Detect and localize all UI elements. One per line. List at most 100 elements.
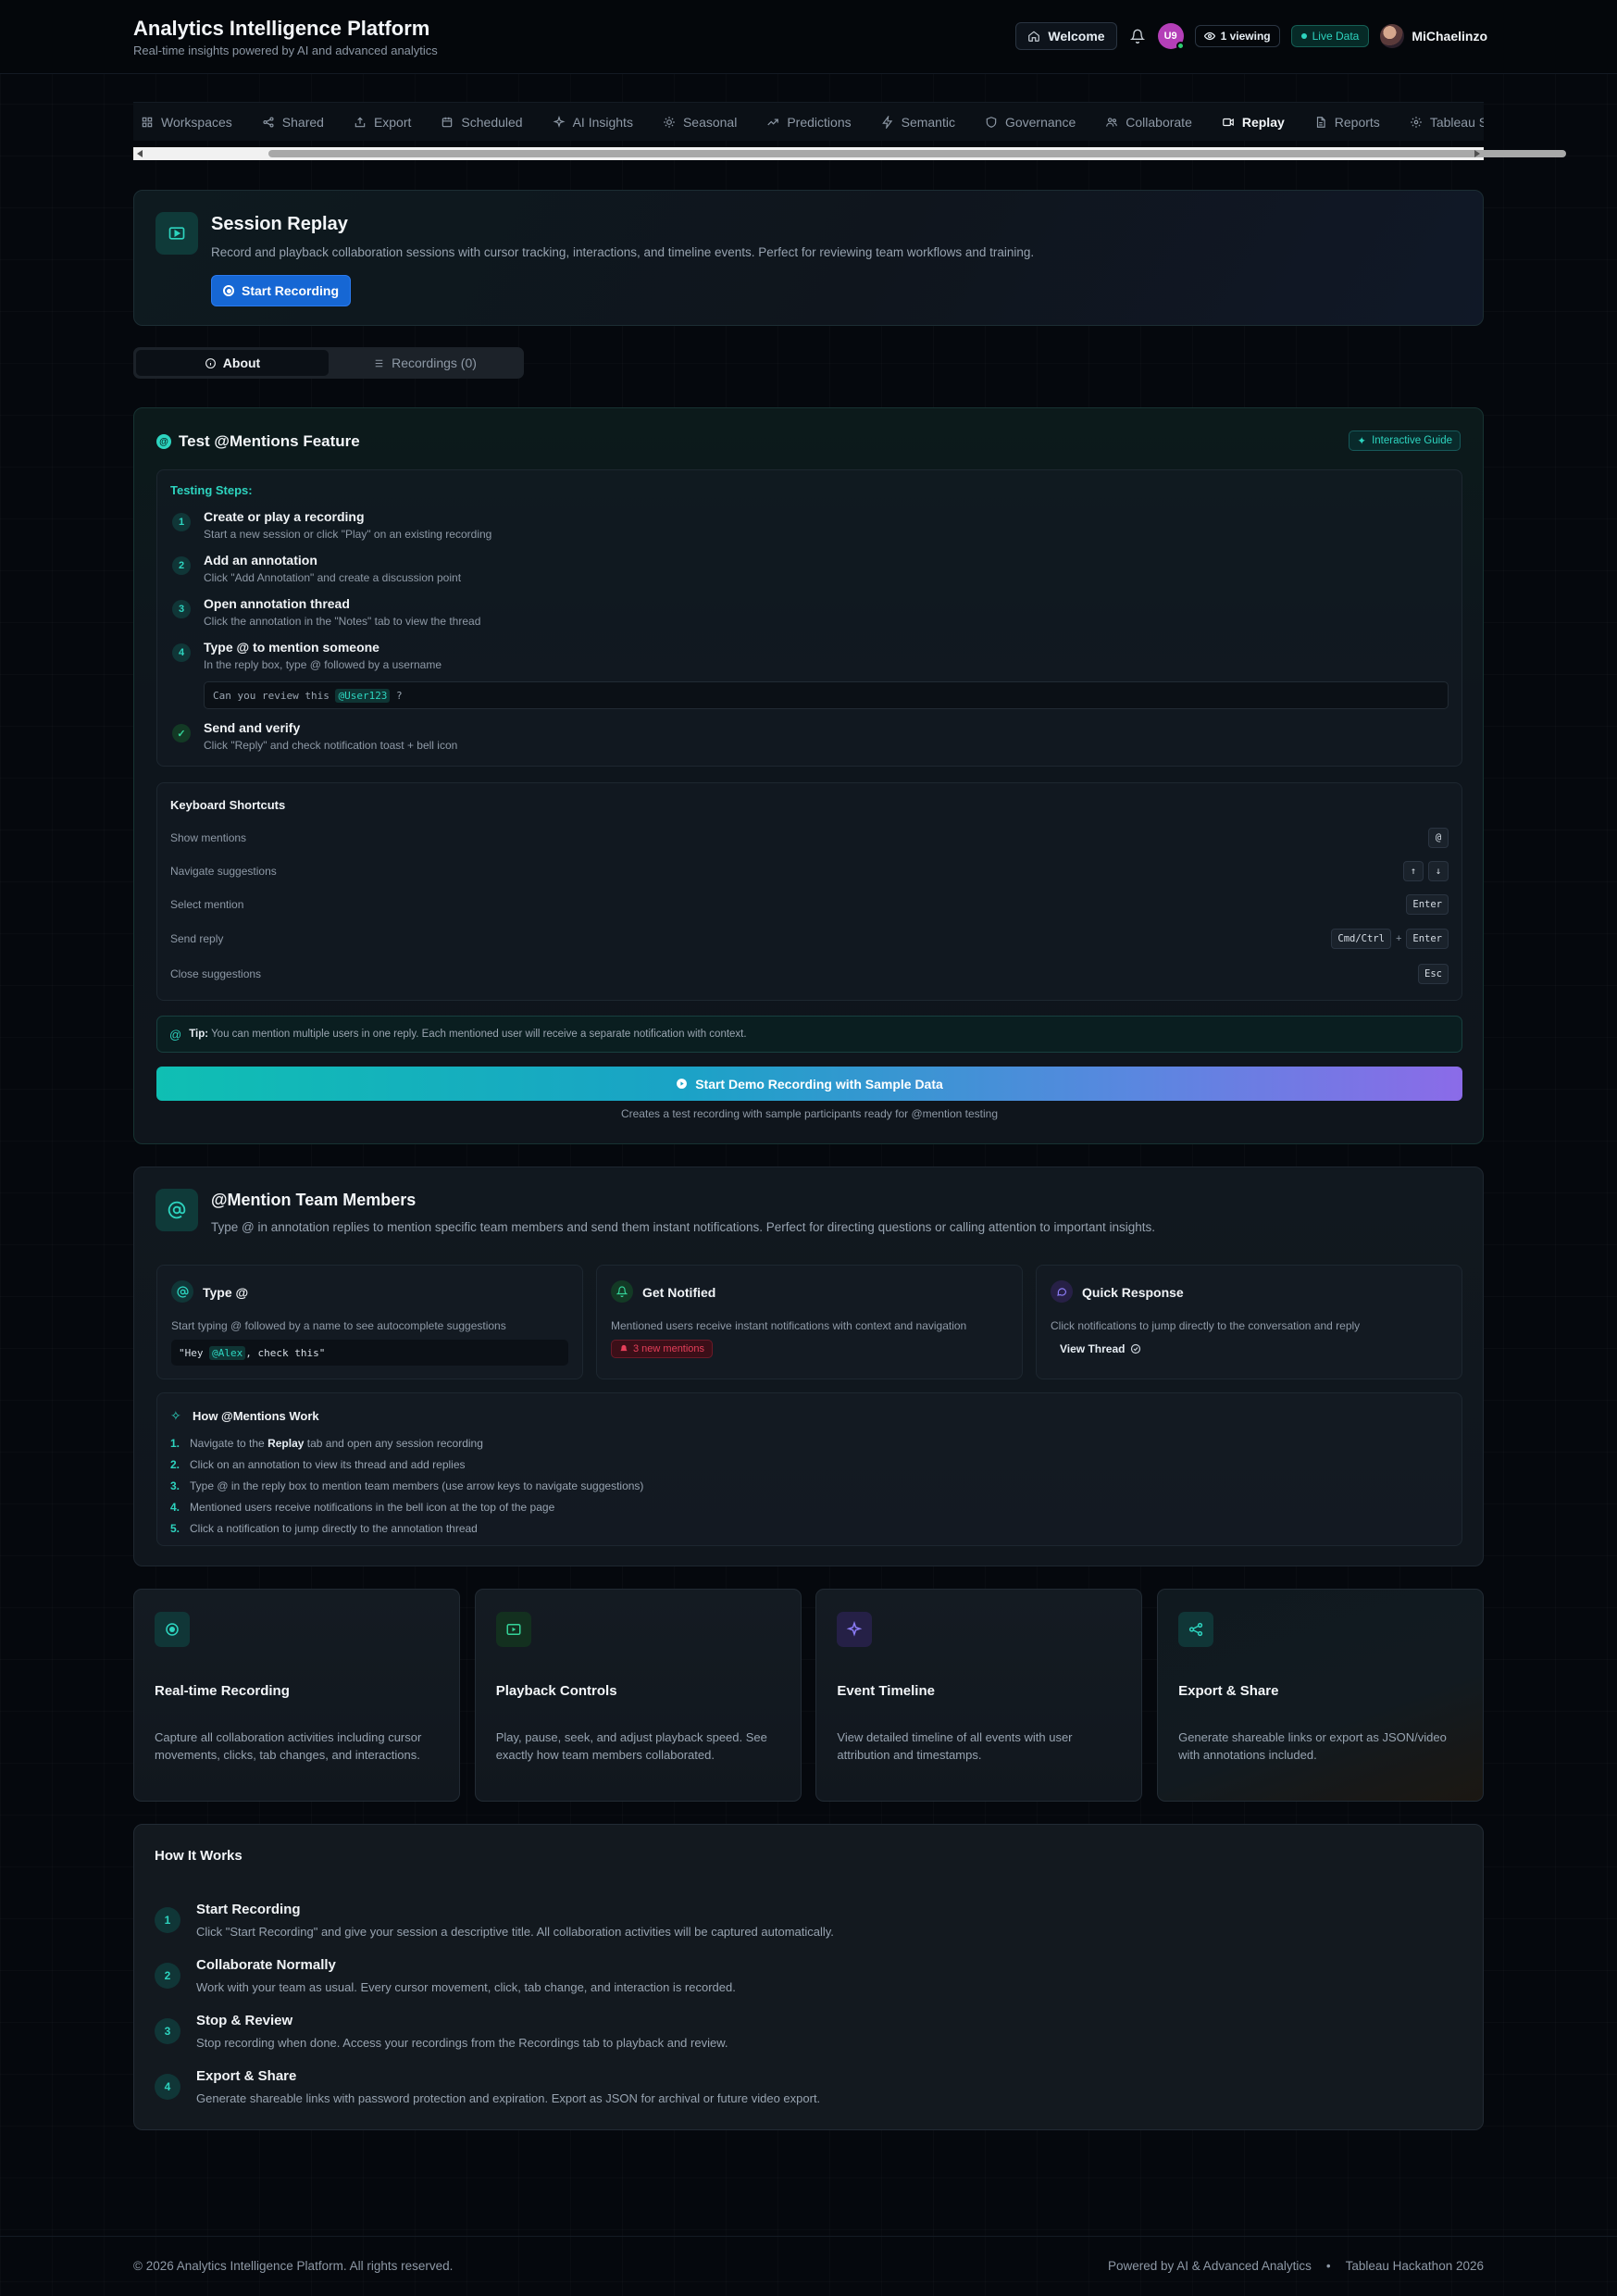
scroll-left-arrow-icon[interactable] (137, 150, 143, 157)
start-demo-recording-button[interactable]: Start Demo Recording with Sample Data (156, 1067, 1462, 1101)
start-recording-label: Start Recording (242, 283, 340, 298)
feature-description: Generate shareable links or export as JS… (1178, 1730, 1447, 1762)
how-step-number: 1. (170, 1437, 180, 1450)
feature-card: Event Timeline View detailed timeline of … (815, 1589, 1143, 1802)
tab-label: Collaborate (1126, 115, 1192, 130)
sparkle-icon (553, 116, 566, 129)
shortcut-row: Select mention Enter (170, 894, 1449, 917)
chat-bubble-icon (1051, 1280, 1073, 1303)
tab-semantic[interactable]: Semantic (866, 103, 970, 141)
quick-response-card: Quick Response Click notifications to ju… (1036, 1265, 1462, 1379)
example-mention: @User123 (335, 688, 391, 703)
share-icon (1178, 1612, 1214, 1647)
feature-title: Event Timeline (837, 1683, 935, 1699)
app-title: Analytics Intelligence Platform (133, 17, 430, 40)
how-step: 4. Mentioned users receive notifications … (170, 1501, 554, 1514)
type-at-example: "Hey @Alex, check this" (171, 1340, 568, 1366)
key-cap: @ (1428, 828, 1449, 848)
step-description: Click "Start Recording" and give your se… (196, 1925, 834, 1939)
feature-card: Export & Share Generate shareable links o… (1157, 1589, 1485, 1802)
tab-predictions[interactable]: Predictions (752, 103, 865, 141)
shortcut-keys: Enter (1406, 894, 1449, 915)
feature-description: Capture all collaboration activities inc… (155, 1730, 422, 1762)
start-recording-button[interactable]: Start Recording (211, 275, 352, 306)
tab-seasonal[interactable]: Seasonal (648, 103, 752, 141)
tab-collaborate[interactable]: Collaborate (1090, 103, 1207, 141)
tab-recordings[interactable]: Recordings (0) (329, 350, 521, 376)
tab-workspaces[interactable]: Workspaces (133, 103, 247, 141)
scroll-thumb[interactable] (268, 150, 1566, 157)
tip-text: Tip: You can mention multiple users in o… (189, 1029, 746, 1040)
new-mentions-badge: 3 new mentions (611, 1340, 714, 1358)
replay-subtabs: About Recordings (0) (133, 347, 524, 379)
tab-label: Scheduled (461, 115, 523, 130)
shortcut-row: Show mentions @ (170, 828, 1449, 850)
step-title: Send and verify (204, 720, 301, 735)
how-step-text-end: tab and open any session recording (304, 1437, 483, 1450)
at-sign-icon: @ (169, 1027, 182, 1042)
how-mentions-work-panel: ✧ How @Mentions Work 1. Navigate to the R… (156, 1392, 1462, 1546)
file-icon (1314, 116, 1327, 129)
plus-sign: + (1395, 933, 1402, 944)
tab-list: Workspaces Shared Export Scheduled AI Insigh… (133, 103, 1484, 141)
video-icon (1222, 116, 1235, 129)
how-step-number: 5. (170, 1522, 180, 1535)
tab-label: Export (373, 115, 412, 130)
code-suffix: , check this" (245, 1346, 326, 1359)
tab-scrollbar[interactable] (133, 147, 1566, 160)
tab-about[interactable]: About (136, 350, 329, 376)
tab-reports[interactable]: Reports (1300, 103, 1395, 141)
tab-export[interactable]: Export (339, 103, 426, 141)
example-suffix: ? (390, 689, 403, 702)
feature-description: View detailed timeline of all events wit… (837, 1730, 1073, 1762)
shield-icon (985, 116, 998, 129)
tab-label: Replay (1241, 115, 1285, 130)
presence-avatar[interactable]: U9 (1157, 23, 1185, 50)
home-icon (1028, 31, 1040, 42)
powered-by-text: Powered by AI & Advanced Analytics (1108, 2259, 1312, 2273)
tab-replay[interactable]: Replay (1207, 103, 1300, 141)
how-step-text: Click a notification to jump directly to… (190, 1522, 478, 1535)
live-data-badge: Live Data (1290, 25, 1370, 47)
calendar-icon (441, 116, 454, 129)
bolt-icon (881, 116, 894, 129)
how-step-number: 4. (170, 1501, 180, 1514)
key-cap: Cmd/Ctrl (1331, 929, 1391, 949)
at-sign-icon (155, 1189, 198, 1231)
tab-shared[interactable]: Shared (247, 103, 339, 141)
team-mentions-description: Type @ in annotation replies to mention … (211, 1220, 1155, 1234)
step-number: 1 (172, 513, 191, 531)
new-mentions-label: 3 new mentions (633, 1343, 705, 1354)
example-prefix: Can you review this (213, 689, 336, 702)
replay-video-icon (155, 212, 198, 255)
user-name: MiChaelinzo (1412, 29, 1487, 44)
step-title: Add an annotation (204, 553, 317, 568)
viewing-label: 1 viewing (1220, 30, 1271, 43)
live-label: Live Data (1312, 30, 1360, 43)
step-title: Export & Share (196, 2068, 297, 2084)
step-description: Stop recording when done. Access your re… (196, 2036, 728, 2050)
get-notified-title: Get Notified (642, 1285, 716, 1300)
tip-banner: @ Tip: You can mention multiple users in… (156, 1016, 1462, 1053)
header-actions: Welcome U9 1 viewing Live Data MiChaelin… (1015, 22, 1487, 50)
export-icon (354, 116, 367, 129)
step-description: In the reply box, type @ followed by a u… (204, 658, 442, 671)
shortcut-label: Navigate suggestions (170, 865, 277, 878)
tab-ai-insights[interactable]: AI Insights (538, 103, 648, 141)
type-at-description: Start typing @ followed by a name to see… (171, 1319, 506, 1332)
play-screen-icon (495, 1612, 531, 1647)
feature-title: Export & Share (1178, 1683, 1279, 1699)
user-menu[interactable]: MiChaelinzo (1380, 24, 1487, 48)
at-sign-icon: @ (156, 434, 171, 449)
session-replay-description: Record and playback collaboration sessio… (211, 245, 1035, 259)
welcome-button[interactable]: Welcome (1015, 22, 1117, 50)
bell-icon[interactable] (1128, 27, 1147, 45)
share-icon (262, 116, 275, 129)
view-thread-link[interactable]: View Thread (1060, 1342, 1141, 1355)
step-description: Click the annotation in the "Notes" tab … (204, 615, 481, 628)
tab-governance[interactable]: Governance (970, 103, 1090, 141)
tab-tableau-se[interactable]: Tableau Se (1395, 103, 1484, 141)
tab-scheduled[interactable]: Scheduled (426, 103, 537, 141)
shortcut-row: Close suggestions Esc (170, 964, 1449, 986)
scroll-right-arrow-icon[interactable] (1474, 150, 1480, 157)
